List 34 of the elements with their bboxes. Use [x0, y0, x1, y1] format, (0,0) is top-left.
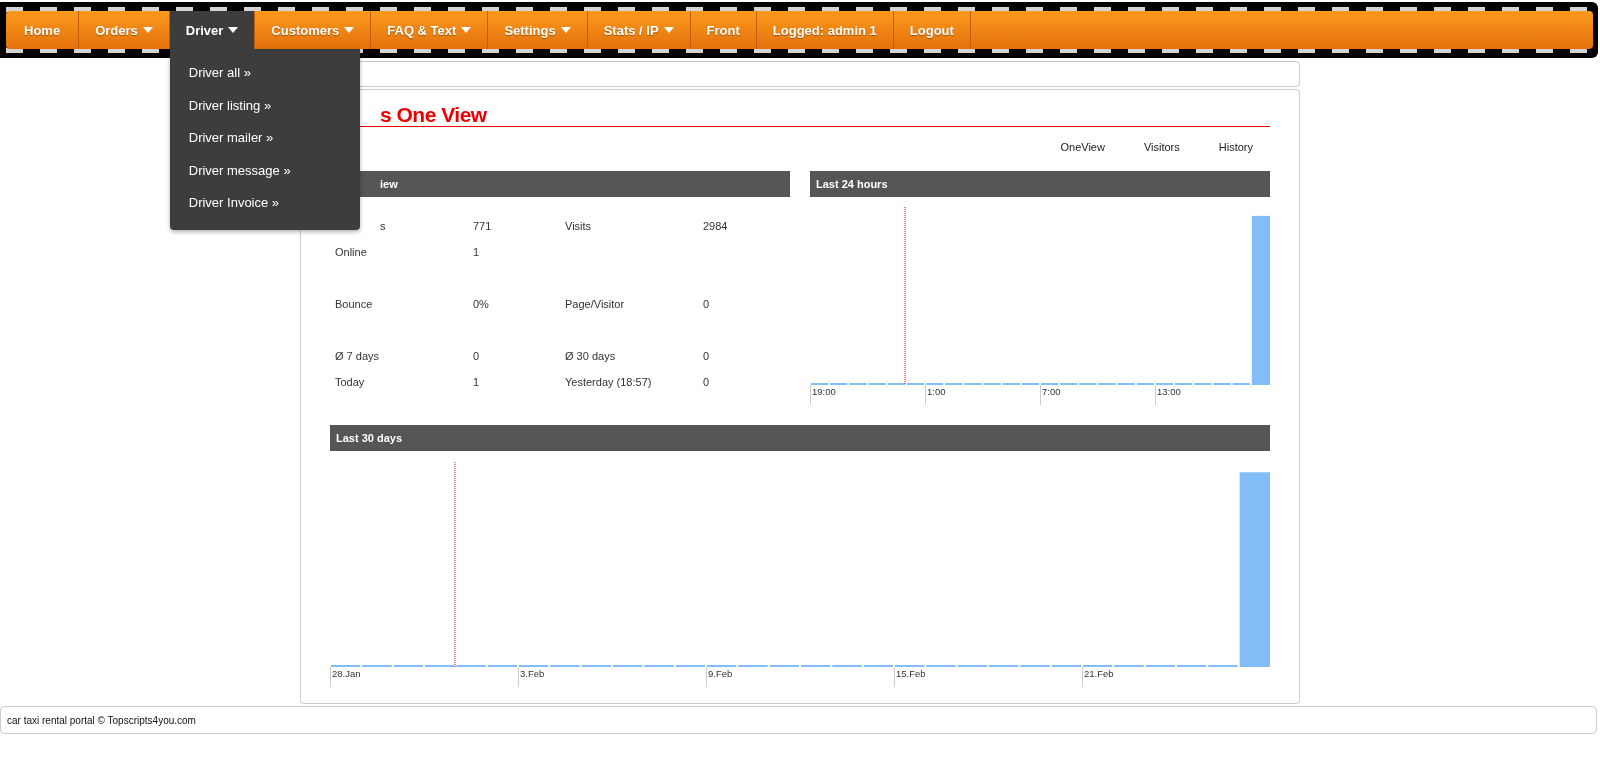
axis-label: 7:00: [1040, 385, 1155, 405]
table-cell-text: 0: [703, 376, 711, 388]
table-cell-text: Visits: [565, 220, 593, 232]
section-header: Last 24 hours: [810, 171, 1270, 197]
table-cell-text: Today: [335, 376, 366, 388]
table-cell-text: Ø 7 days: [335, 350, 381, 362]
table-cell-text: Ø 30 days: [565, 350, 617, 362]
table-cell-text: Bounce: [335, 298, 374, 310]
axis-label: 21.Feb: [1082, 667, 1270, 687]
table-cell-text: 2984: [703, 220, 729, 232]
axis-label: 3.Feb: [518, 667, 706, 687]
table-cell-text: 0%: [473, 298, 490, 310]
section-header: Last 30 days: [330, 425, 1270, 451]
table-cell-text: 771: [473, 220, 493, 232]
axis-label: 13:00: [1155, 385, 1270, 405]
table-cell-text: 1: [473, 376, 481, 388]
table-cell-text: Online: [335, 246, 368, 258]
table-cell-text: 1: [473, 246, 481, 258]
axis-label: 28.Jan: [330, 667, 518, 687]
menu-item[interactable]: Driver all »: [169, 57, 360, 90]
tab-link[interactable]: History: [1218, 141, 1253, 169]
axis-label: 15.Feb: [894, 667, 1082, 687]
axis-label: 1:00: [925, 385, 1040, 405]
axis-label: 9.Feb: [706, 667, 894, 687]
tab-link[interactable]: Visitors: [1143, 141, 1180, 169]
tab-link[interactable]: OneView: [1060, 141, 1105, 169]
table-cell-text: Page/Visitor: [565, 298, 626, 310]
table-cell-text: Yesterday (18:57): [565, 376, 653, 388]
table-cell-text: 0: [703, 350, 711, 362]
table-cell-text: 0: [473, 350, 481, 362]
footer-text: car taxi rental portal © Topscripts4you.com: [7, 714, 196, 726]
table-cell-text: s: [379, 220, 387, 232]
table-cell-text: 0: [703, 298, 711, 310]
axis-label: 19:00: [810, 385, 925, 405]
